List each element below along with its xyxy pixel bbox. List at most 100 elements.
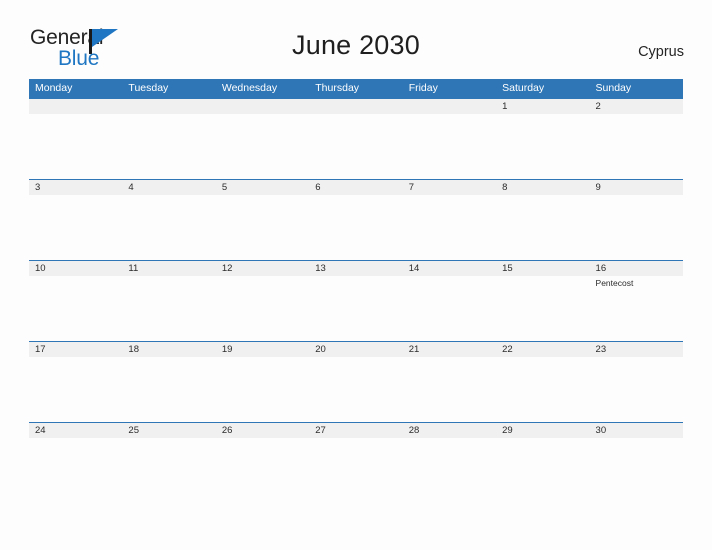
- day-number: [122, 99, 216, 114]
- day-events: [29, 195, 123, 261]
- day-number: 24: [29, 423, 123, 438]
- day-number: 6: [309, 180, 403, 195]
- day-number: 9: [589, 180, 683, 195]
- day-events: [215, 195, 310, 261]
- week-cells: 12: [29, 99, 683, 180]
- calendar-page: General Blue June 2030 Cyprus Monday Tue…: [0, 0, 712, 550]
- calendar-day-cell[interactable]: 27: [309, 423, 403, 504]
- weekday-tuesday: Tuesday: [128, 82, 169, 94]
- day-events: [309, 114, 403, 180]
- calendar-day-cell[interactable]: 7: [402, 180, 497, 261]
- day-number: [402, 99, 497, 114]
- day-events: [215, 114, 310, 180]
- day-events: [496, 276, 590, 342]
- day-number: 26: [215, 423, 310, 438]
- calendar-day-cell[interactable]: 24: [29, 423, 123, 504]
- calendar-day-cell[interactable]: 19: [215, 342, 310, 423]
- calendar-grid: Monday Tuesday Wednesday Thursday Friday…: [29, 79, 683, 504]
- calendar-day-cell[interactable]: 17: [29, 342, 123, 423]
- calendar-day-cell[interactable]: 4: [122, 180, 216, 261]
- day-events: [309, 438, 403, 504]
- day-events: [122, 276, 216, 342]
- weekday-friday: Friday: [408, 82, 438, 94]
- calendar-day-cell[interactable]: 12: [215, 261, 310, 342]
- day-number: [29, 99, 123, 114]
- day-events: [309, 276, 403, 342]
- day-events: [29, 438, 123, 504]
- calendar-week-row: 12: [29, 98, 683, 180]
- week-cells: 24 25 26 27 28 29 30: [29, 423, 683, 504]
- calendar-day-cell[interactable]: 15: [496, 261, 590, 342]
- day-number: 10: [29, 261, 123, 276]
- day-number: 4: [122, 180, 216, 195]
- country-label: Cyprus: [638, 44, 684, 60]
- calendar-day-cell[interactable]: 26: [215, 423, 310, 504]
- calendar-week-row: 10 11 12 13 14 15 16 Pentecost: [29, 260, 683, 342]
- calendar-week-row: 17 18 19 20 21 22 23: [29, 341, 683, 423]
- calendar-day-cell[interactable]: 13: [309, 261, 403, 342]
- calendar-day-cell[interactable]: 20: [309, 342, 403, 423]
- calendar-day-cell[interactable]: 10: [29, 261, 123, 342]
- page-title: June 2030: [292, 30, 420, 60]
- calendar-day-cell[interactable]: 16 Pentecost: [589, 261, 683, 342]
- calendar-day-empty: [309, 99, 403, 180]
- day-events: [589, 357, 683, 423]
- day-number: 5: [215, 180, 310, 195]
- calendar-day-cell[interactable]: 23: [589, 342, 683, 423]
- day-events: [309, 357, 403, 423]
- weekday-monday: Monday: [35, 82, 73, 94]
- day-number: 21: [402, 342, 497, 357]
- day-events: [122, 438, 216, 504]
- day-events: [215, 357, 310, 423]
- day-events: [122, 195, 216, 261]
- day-number: 7: [402, 180, 497, 195]
- calendar-day-cell[interactable]: 18: [122, 342, 216, 423]
- day-number: 1: [496, 99, 590, 114]
- day-events: [402, 195, 497, 261]
- day-events: [215, 438, 310, 504]
- day-number: 8: [496, 180, 590, 195]
- day-number: 2: [589, 99, 683, 114]
- day-number: 18: [122, 342, 216, 357]
- calendar-day-empty: [122, 99, 216, 180]
- day-events: [496, 114, 590, 180]
- calendar-day-cell[interactable]: 29: [496, 423, 590, 504]
- day-events: [589, 438, 683, 504]
- day-events: [215, 276, 310, 342]
- calendar-day-cell[interactable]: 22: [496, 342, 590, 423]
- day-events: [309, 195, 403, 261]
- calendar-day-empty: [29, 99, 123, 180]
- calendar-day-cell[interactable]: 6: [309, 180, 403, 261]
- calendar-day-cell[interactable]: 1: [496, 99, 590, 180]
- calendar-day-cell[interactable]: 11: [122, 261, 216, 342]
- calendar-day-cell[interactable]: 5: [215, 180, 310, 261]
- calendar-day-cell[interactable]: 28: [402, 423, 497, 504]
- day-number: 29: [496, 423, 590, 438]
- day-events: [589, 195, 683, 261]
- week-cells: 3456789: [29, 180, 683, 261]
- day-number: 11: [122, 261, 216, 276]
- weekday-wednesday: Wednesday: [221, 82, 278, 94]
- calendar-day-cell[interactable]: 9: [589, 180, 683, 261]
- calendar-week-row: 3456789: [29, 179, 683, 261]
- day-events: [589, 114, 683, 180]
- calendar-day-empty: [215, 99, 310, 180]
- calendar-day-cell[interactable]: 14: [402, 261, 497, 342]
- day-number: 16: [589, 261, 683, 276]
- calendar-day-cell[interactable]: 8: [496, 180, 590, 261]
- day-events: [29, 114, 123, 180]
- day-number: 19: [215, 342, 310, 357]
- week-cells: 17 18 19 20 21 22 23: [29, 342, 683, 423]
- calendar-day-cell[interactable]: 30: [589, 423, 683, 504]
- day-number: 13: [309, 261, 403, 276]
- day-number: [309, 99, 403, 114]
- day-number: 28: [402, 423, 497, 438]
- calendar-day-cell[interactable]: 3: [29, 180, 123, 261]
- calendar-day-cell[interactable]: 25: [122, 423, 216, 504]
- day-events: [402, 357, 497, 423]
- day-number: 20: [309, 342, 403, 357]
- calendar-day-cell[interactable]: 2: [589, 99, 683, 180]
- day-number: 23: [589, 342, 683, 357]
- day-number: 15: [496, 261, 590, 276]
- calendar-day-cell[interactable]: 21: [402, 342, 497, 423]
